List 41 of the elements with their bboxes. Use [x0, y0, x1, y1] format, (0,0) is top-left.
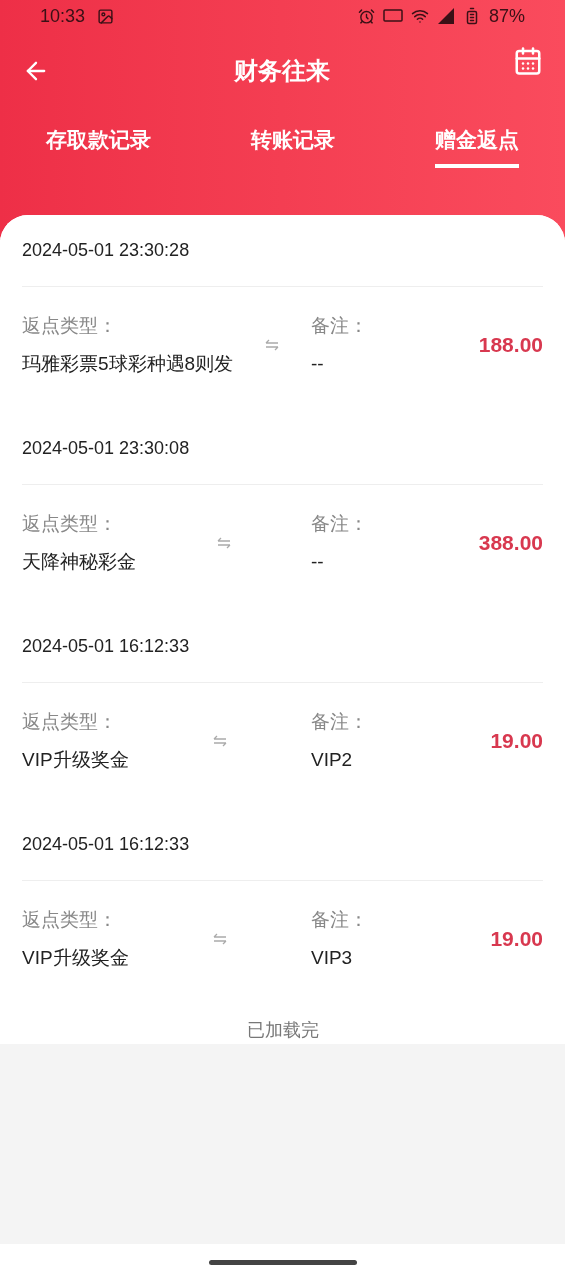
- type-label: 返点类型：: [22, 709, 118, 734]
- image-icon: [97, 7, 115, 25]
- record-datetime: 2024-05-01 23:30:28: [22, 239, 190, 262]
- swap-icon: [212, 735, 227, 747]
- signal-icon: [436, 7, 455, 25]
- type-value: VIP升级奖金: [22, 946, 129, 970]
- note-label: 备注：: [311, 313, 368, 338]
- note-label: 备注：: [311, 709, 368, 734]
- tab[interactable]: 转账记录: [251, 124, 335, 168]
- battery-level: 87%: [488, 4, 525, 28]
- record-datetime: 2024-05-01 16:12:33: [22, 635, 190, 658]
- wifi-icon: [410, 7, 429, 25]
- type-label: 返点类型：: [22, 907, 118, 932]
- note-label: 备注：: [311, 907, 368, 932]
- type-label: 返点类型：: [22, 511, 118, 536]
- tab[interactable]: 存取款记录: [46, 124, 151, 168]
- swap-icon: [216, 537, 231, 549]
- page-title: 财务往来: [233, 56, 330, 86]
- status-time: 10:33: [40, 4, 86, 28]
- type-value: VIP升级奖金: [22, 748, 129, 772]
- note-value: VIP3: [311, 946, 354, 970]
- amount: 19.00: [490, 728, 543, 755]
- alarm-icon: [357, 7, 375, 25]
- type-value: 天降神秘彩金: [22, 550, 136, 574]
- tab[interactable]: 赠金返点: [435, 124, 519, 168]
- swap-icon: [265, 339, 280, 351]
- amount: 19.00: [490, 926, 543, 953]
- record-datetime: 2024-05-01 16:12:33: [22, 833, 190, 856]
- amount: 388.00: [478, 530, 543, 557]
- record-datetime: 2024-05-01 23:30:08: [22, 437, 190, 460]
- calendar-button[interactable]: [513, 46, 543, 76]
- end-of-list-text: 已加载完: [246, 1019, 319, 1042]
- home-indicator[interactable]: [208, 1259, 357, 1265]
- note-value: --: [311, 352, 325, 376]
- note-label: 备注：: [311, 511, 368, 536]
- note-value: --: [311, 550, 325, 574]
- type-value: 玛雅彩票5球彩种遇8则发: [22, 352, 234, 376]
- note-value: VIP2: [311, 748, 354, 772]
- type-label: 返点类型：: [22, 313, 118, 338]
- amount: 188.00: [478, 332, 543, 359]
- swap-icon: [212, 933, 227, 945]
